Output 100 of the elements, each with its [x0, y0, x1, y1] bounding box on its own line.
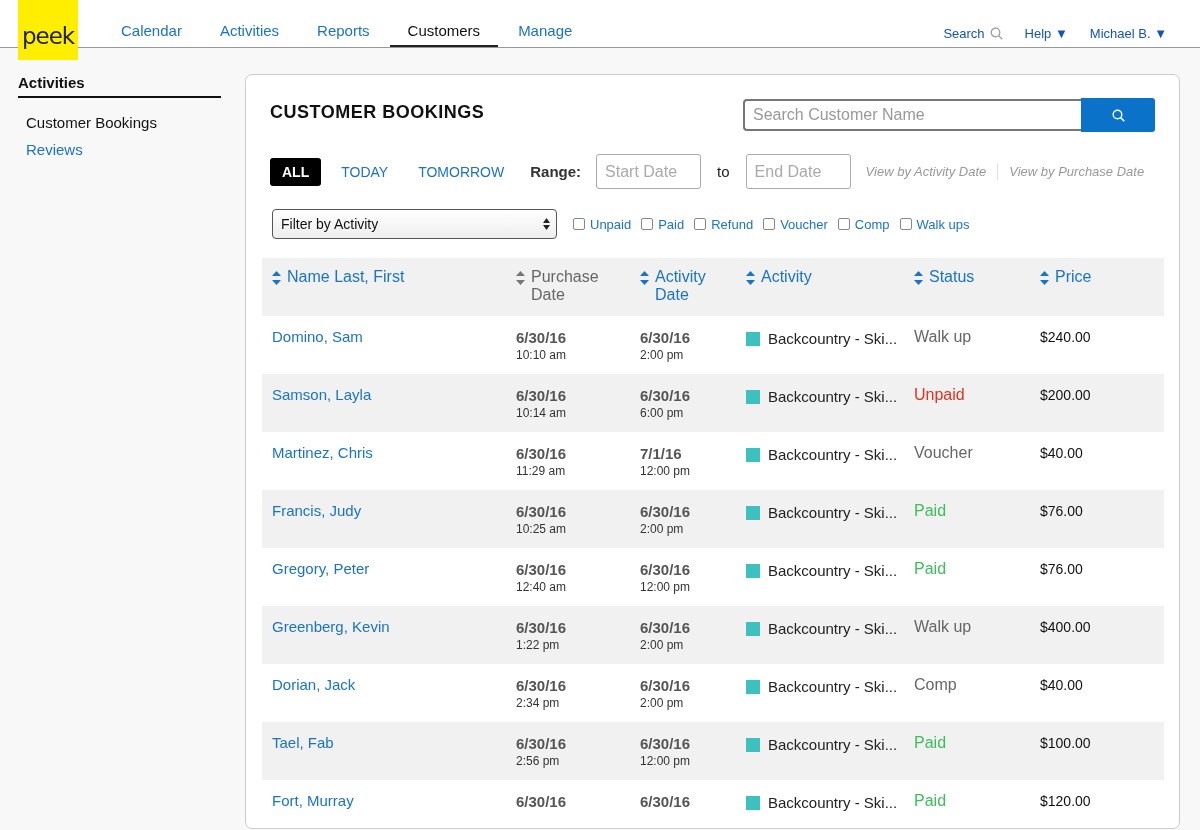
activity-time: 12:00 pm — [640, 464, 692, 478]
checkbox[interactable] — [763, 218, 776, 230]
nav-tab[interactable]: Calendar — [103, 22, 200, 47]
purchase-date: 6/30/16 — [516, 619, 568, 636]
activity-date: 6/30/16 — [640, 677, 692, 694]
search-icon[interactable] — [989, 27, 1003, 40]
checkbox-label[interactable]: Paid — [658, 216, 685, 232]
purchase-date: 6/30/16 — [516, 329, 568, 346]
activity-time: 12:00 pm — [640, 754, 692, 768]
purchase-date: 6/30/16 — [516, 561, 568, 578]
purchase-time: 2:34 pm — [516, 696, 561, 710]
status-text: Paid — [914, 502, 947, 519]
date-tab[interactable]: ALL — [270, 157, 322, 186]
user-menu[interactable]: Michael B. ▼ — [1089, 26, 1167, 41]
activity-date: 6/30/16 — [640, 503, 692, 520]
purchase-time: 10:25 am — [516, 522, 568, 536]
sort-icon — [746, 271, 755, 285]
column-header[interactable]: Activity Date — [640, 268, 736, 304]
range-label: Range: — [530, 163, 582, 180]
purchase-date: 6/30/16 — [516, 503, 568, 520]
purchase-time: 2:56 pm — [516, 754, 561, 768]
price-text: $120.00 — [1040, 793, 1091, 809]
search-field[interactable]: Search Customer Name — [743, 99, 1081, 131]
price-text: $76.00 — [1040, 503, 1083, 519]
activity-time: 2:00 pm — [640, 348, 685, 362]
search-icon — [1111, 108, 1125, 122]
purchase-time: 10:10 am — [516, 348, 568, 362]
activity-name: Backcountry - Ski... — [768, 620, 898, 637]
column-header[interactable]: Activity — [746, 268, 904, 286]
customer-name-link[interactable]: Greenberg, Kevin — [272, 618, 390, 635]
view-by-purchase-date-link[interactable]: View by Purchase Date — [1009, 164, 1145, 179]
sort-icon — [914, 271, 923, 285]
search-button[interactable] — [1081, 98, 1155, 132]
activity-name: Backcountry - Ski... — [768, 388, 898, 405]
checkbox-label[interactable]: Unpaid — [590, 216, 632, 232]
purchase-time: 10:14 am — [516, 406, 568, 420]
nav-tab[interactable]: Activities — [201, 22, 298, 47]
status-text: Paid — [914, 734, 947, 751]
activity-name: Backcountry - Ski... — [768, 330, 898, 347]
checkbox-label[interactable]: Voucher — [780, 216, 828, 232]
checkbox[interactable] — [899, 218, 912, 230]
purchase-date: 6/30/16 — [516, 445, 568, 462]
sidebar-item[interactable]: Reviews — [18, 137, 221, 164]
activity-date: 6/30/16 — [640, 387, 692, 404]
checkbox-label[interactable]: Comp — [854, 216, 890, 232]
peek-logo[interactable]: peek — [18, 0, 78, 60]
purchase-time: 1:22 pm — [516, 638, 561, 652]
checkbox-label[interactable]: Refund — [711, 216, 754, 232]
activity-filter-dropdown[interactable]: Filter by Activity — [272, 209, 557, 239]
activity-time: 2:00 pm — [640, 638, 685, 652]
price-text: $40.00 — [1040, 445, 1083, 461]
activity-name: Backcountry - Ski... — [768, 794, 898, 811]
customer-name-link[interactable]: Dorian, Jack — [272, 676, 356, 693]
checkbox[interactable] — [573, 218, 585, 230]
purchase-date: 6/30/16 — [516, 387, 568, 404]
activity-name: Backcountry - Ski... — [768, 562, 898, 579]
checkbox[interactable] — [694, 218, 707, 230]
sidebar-item[interactable]: Customer Bookings — [18, 110, 221, 137]
customer-name-link[interactable]: Fort, Murray — [272, 792, 354, 809]
sidebar-heading: Activities — [18, 74, 221, 98]
nav-tab[interactable]: Customers — [389, 22, 499, 47]
customer-name-link[interactable]: Martinez, Chris — [272, 444, 373, 461]
date-tab[interactable]: TOMORROW — [408, 157, 515, 186]
status-text: Walk up — [914, 328, 972, 345]
status-text: Unpaid — [914, 386, 965, 403]
customer-name-link[interactable]: Francis, Judy — [272, 502, 362, 519]
activity-name: Backcountry - Ski... — [768, 446, 898, 463]
activity-time: 12:00 pm — [640, 580, 692, 594]
checkbox-label[interactable]: Walk ups — [916, 216, 970, 232]
sort-icon — [640, 271, 649, 285]
checkbox[interactable] — [837, 218, 850, 230]
nav-tab[interactable]: Manage — [500, 22, 591, 47]
sort-icon — [516, 271, 525, 285]
nav-tab[interactable]: Reports — [299, 22, 388, 47]
sort-icon — [272, 271, 281, 285]
customer-name-link[interactable]: Samson, Layla — [272, 386, 372, 403]
search-link[interactable]: Search — [943, 26, 985, 41]
status-text: Walk up — [914, 618, 972, 635]
view-by-activity-date-link[interactable]: View by Activity Date — [865, 164, 987, 179]
column-header[interactable]: Price — [1040, 268, 1164, 286]
column-header[interactable]: Purchase Date — [516, 268, 630, 304]
status-text: Paid — [914, 560, 947, 577]
column-header[interactable]: Name Last, First — [272, 268, 506, 286]
activity-date: 6/30/16 — [640, 793, 692, 810]
help-menu[interactable]: Help ▼ — [1024, 26, 1068, 41]
customer-name-link[interactable]: Gregory, Peter — [272, 560, 370, 577]
customer-name-link[interactable]: Domino, Sam — [272, 328, 363, 345]
column-header[interactable]: Status — [914, 268, 1030, 286]
purchase-date: 6/30/16 — [516, 735, 568, 752]
end-date-field[interactable]: End Date — [745, 154, 851, 189]
updown-arrows-icon — [543, 218, 550, 230]
activity-name: Backcountry - Ski... — [768, 736, 898, 753]
checkbox[interactable] — [641, 218, 654, 230]
start-date-field[interactable]: Start Date — [596, 154, 702, 189]
customer-name-link[interactable]: Tael, Fab — [272, 734, 334, 751]
status-text: Paid — [914, 792, 947, 809]
date-tab[interactable]: TODAY — [331, 157, 399, 186]
price-text: $100.00 — [1040, 735, 1091, 751]
activity-name: Backcountry - Ski... — [768, 504, 898, 521]
activity-date: 6/30/16 — [640, 561, 692, 578]
